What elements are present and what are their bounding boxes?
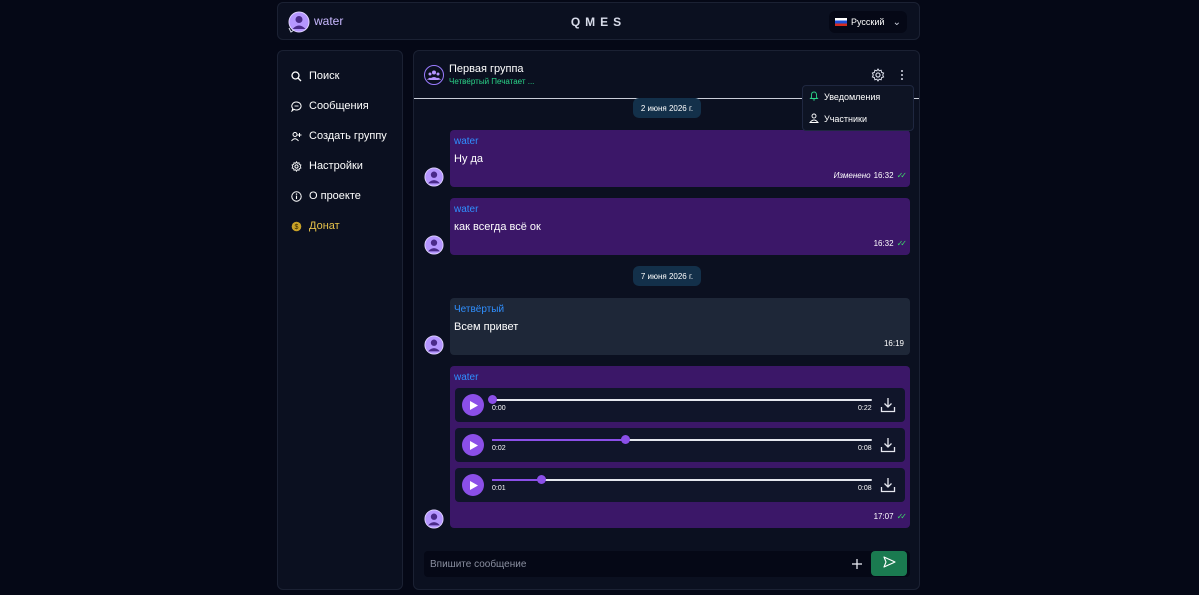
audio-seek-bar[interactable] <box>488 395 872 404</box>
double-check-icon: ✓✓ <box>896 512 908 521</box>
sidebar-item-label: Сообщения <box>309 100 369 112</box>
message-text: Ну да <box>454 153 484 165</box>
group-settings-gear-icon[interactable] <box>871 68 885 82</box>
message-text: как всегда всё ок <box>454 221 541 233</box>
sidebar-item-label: О проекте <box>309 190 361 202</box>
date-separator: 2 июня 2026 г. <box>633 98 701 118</box>
download-icon[interactable] <box>880 477 896 493</box>
svg-text:$: $ <box>295 224 299 231</box>
audio-player: 0:00 0:22 <box>455 388 905 422</box>
typing-status: Четвёртый Печатает ... <box>449 77 535 86</box>
message-time: 16:32 <box>873 239 894 248</box>
download-icon[interactable] <box>880 437 896 453</box>
language-select[interactable]: Русский ⌄ <box>829 11 907 33</box>
avatar-icon[interactable] <box>424 509 444 529</box>
sidebar-item-create-group[interactable]: Создать группу <box>278 121 402 151</box>
app-logo: QMES <box>570 15 627 29</box>
send-button[interactable] <box>871 551 907 576</box>
message-sender[interactable]: water <box>454 136 478 147</box>
chat-icon <box>291 100 302 112</box>
sidebar-item-messages[interactable]: Сообщения <box>278 91 402 121</box>
send-icon <box>882 555 896 573</box>
message-meta: 16:19 <box>884 339 904 348</box>
group-avatar-icon[interactable] <box>424 65 444 85</box>
download-icon[interactable] <box>880 397 896 413</box>
more-vertical-icon[interactable] <box>895 67 909 83</box>
play-button[interactable] <box>462 394 484 416</box>
menu-item-notifications[interactable]: Уведомления <box>803 86 913 108</box>
message-input[interactable] <box>424 551 844 577</box>
audio-progress-fill <box>492 479 542 481</box>
message-meta: 16:32 ✓✓ <box>873 239 908 248</box>
sidebar-item-search[interactable]: Поиск <box>278 61 402 91</box>
avatar-icon[interactable] <box>424 235 444 255</box>
language-label: Русский <box>851 17 885 27</box>
audio-seek-handle[interactable] <box>488 395 497 404</box>
bell-icon <box>809 91 819 103</box>
audio-seek-bar[interactable] <box>492 475 872 484</box>
chevron-down-icon: ⌄ <box>892 16 901 28</box>
audio-total-time: 0:22 <box>858 405 872 412</box>
search-icon <box>291 70 302 82</box>
audio-total-time: 0:08 <box>858 485 872 492</box>
play-button[interactable] <box>462 474 484 496</box>
menu-item-members[interactable]: Участники <box>803 108 913 130</box>
audio-seek-bar[interactable] <box>492 435 872 444</box>
sidebar-item-about[interactable]: О проекте <box>278 181 402 211</box>
audio-player: 0:01 0:08 <box>455 468 905 502</box>
sidebar-item-settings[interactable]: Настройки <box>278 151 402 181</box>
chat-options-menu: Уведомления Участники <box>802 85 914 131</box>
double-check-icon: ✓✓ <box>896 239 908 248</box>
audio-current-time: 0:01 <box>492 485 506 492</box>
message-sender[interactable]: water <box>454 372 478 383</box>
message-composer <box>424 551 910 577</box>
sidebar: Поиск Сообщения Создать группу Настройки… <box>277 50 403 590</box>
sidebar-item-label: Донат <box>309 220 340 232</box>
audio-seek-handle[interactable] <box>537 475 547 484</box>
message-bubble[interactable]: water 0:00 0:22 0:02 0:08 0:01 0:08 17:0… <box>450 366 910 528</box>
audio-player: 0:02 0:08 <box>455 428 905 462</box>
message-bubble[interactable]: Четвёртый Всем привет 16:19 <box>450 298 910 355</box>
coin-icon: $ <box>291 221 302 232</box>
message-sender[interactable]: water <box>454 204 478 215</box>
message-meta: 17:07 ✓✓ <box>873 512 908 521</box>
message-sender[interactable]: Четвёртый <box>454 304 504 315</box>
audio-progress-fill <box>492 439 625 441</box>
menu-item-label: Уведомления <box>824 92 881 102</box>
message-time: 16:19 <box>883 339 904 348</box>
chat-panel: Первая группа Четвёртый Печатает ... Уве… <box>413 50 920 590</box>
edited-label: Изменено <box>833 171 871 180</box>
gear-icon <box>291 160 302 172</box>
user-icon <box>809 113 819 125</box>
russia-flag-icon <box>835 18 847 26</box>
sidebar-item-label: Настройки <box>309 160 363 172</box>
double-check-icon: ✓✓ <box>896 171 908 180</box>
attach-plus-icon[interactable] <box>850 557 864 571</box>
sidebar-item-label: Поиск <box>309 70 340 82</box>
play-button[interactable] <box>462 434 484 456</box>
message-bubble[interactable]: water как всегда всё ок 16:32 ✓✓ <box>450 198 910 255</box>
message-time: 16:32 <box>873 171 894 180</box>
avatar-icon[interactable] <box>424 335 444 355</box>
message-bubble[interactable]: water Ну да Изменено 16:32 ✓✓ <box>450 130 910 187</box>
message-text: Всем привет <box>454 321 519 333</box>
audio-current-time: 0:02 <box>492 445 506 452</box>
message-time: 17:07 <box>873 512 894 521</box>
avatar-icon[interactable] <box>424 167 444 187</box>
message-meta: Изменено 16:32 ✓✓ <box>833 171 908 180</box>
info-icon <box>291 190 302 202</box>
sidebar-item-donate[interactable]: $ Донат <box>278 211 402 241</box>
group-name: Первая группа <box>449 63 524 75</box>
date-separator: 7 июня 2026 г. <box>633 266 701 286</box>
audio-total-time: 0:08 <box>858 445 872 452</box>
group-add-icon <box>291 131 302 142</box>
top-header: water QMES Русский ⌄ <box>277 2 920 40</box>
audio-current-time: 0:00 <box>492 405 506 412</box>
menu-item-label: Участники <box>824 114 867 124</box>
sidebar-item-label: Создать группу <box>309 130 387 142</box>
audio-seek-handle[interactable] <box>621 435 630 444</box>
